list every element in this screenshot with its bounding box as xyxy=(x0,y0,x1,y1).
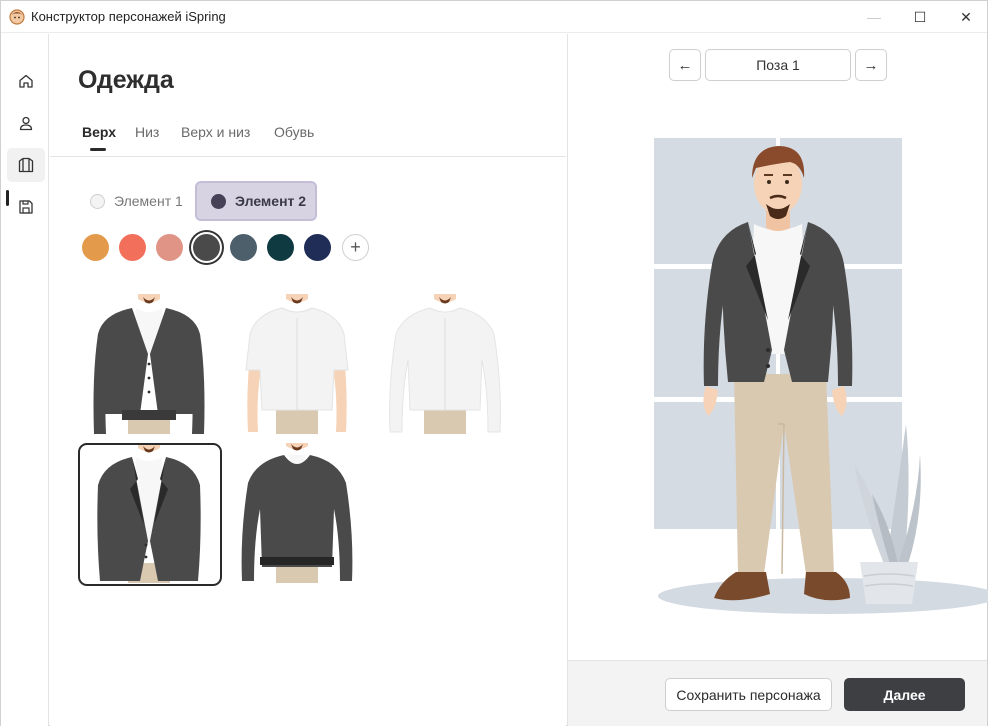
save-character-button[interactable]: Сохранить персонажа xyxy=(665,678,832,711)
minimize-button[interactable]: — xyxy=(851,1,897,33)
pose-label: Поза 1 xyxy=(756,57,800,73)
element-2-label: Элемент 2 xyxy=(235,193,307,209)
color-swatch[interactable] xyxy=(304,234,331,261)
title-bar: Конструктор персонажей iSpring — ☐ ✕ xyxy=(1,1,987,33)
color-swatch-selected[interactable] xyxy=(193,234,220,261)
radio-selected-icon xyxy=(211,193,226,209)
prev-pose-button[interactable]: ← xyxy=(669,49,701,81)
character-preview xyxy=(654,138,988,614)
rail-item-home[interactable] xyxy=(7,64,45,98)
color-swatch[interactable] xyxy=(267,234,294,261)
short-sleeve-shirt-illustration xyxy=(245,294,349,434)
rail-item-clothing[interactable] xyxy=(7,148,45,182)
clothing-item-long-sleeve-shirt[interactable] xyxy=(374,294,518,437)
clothing-item-cardigan[interactable] xyxy=(78,294,222,437)
color-swatch[interactable] xyxy=(230,234,257,261)
app-window: Конструктор персонажей iSpring — ☐ ✕ Оде… xyxy=(0,0,988,726)
app-logo-icon xyxy=(9,9,25,25)
radio-unselected-icon xyxy=(90,193,105,209)
rail-item-save[interactable] xyxy=(7,190,45,224)
tab-shoes[interactable]: Обувь xyxy=(274,124,314,140)
clothing-item-sweater[interactable] xyxy=(226,443,370,586)
element-2-option[interactable]: Элемент 2 xyxy=(195,181,317,221)
close-button[interactable]: ✕ xyxy=(943,1,988,33)
color-swatch[interactable] xyxy=(82,234,109,261)
next-pose-button[interactable]: → xyxy=(855,49,887,81)
tab-top[interactable]: Верх xyxy=(82,124,116,140)
save-icon xyxy=(19,200,33,214)
color-swatch[interactable] xyxy=(119,234,146,261)
next-button[interactable]: Далее xyxy=(844,678,965,711)
person-icon xyxy=(19,116,33,131)
pose-selector[interactable]: Поза 1 xyxy=(705,49,851,81)
clothing-icon xyxy=(18,157,34,173)
home-icon xyxy=(19,74,33,88)
plus-icon: + xyxy=(350,237,361,257)
category-tabs: Верх Низ Верх и низ Обувь xyxy=(50,122,566,157)
sweater-illustration xyxy=(241,443,353,583)
active-tab-indicator xyxy=(90,148,106,151)
arrow-right-icon: → xyxy=(863,56,879,74)
clothing-item-blazer[interactable] xyxy=(78,443,222,586)
tab-top-and-bottom[interactable]: Верх и низ xyxy=(181,124,250,140)
page-title: Одежда xyxy=(78,66,174,94)
rail-item-character[interactable] xyxy=(7,106,45,140)
arrow-left-icon: ← xyxy=(677,56,693,74)
add-color-button[interactable]: + xyxy=(342,234,369,261)
color-swatch[interactable] xyxy=(156,234,183,261)
maximize-button[interactable]: ☐ xyxy=(897,1,943,33)
clothing-item-short-sleeve-shirt[interactable] xyxy=(226,294,370,437)
clothing-panel: Одежда Верх Низ Верх и низ Обувь Элемент… xyxy=(50,34,566,726)
footer-bar: Сохранить персонажа Далее xyxy=(567,660,987,726)
element-1-label: Элемент 1 xyxy=(114,193,183,209)
preview-panel: ← Поза 1 → xyxy=(567,34,988,660)
blazer-illustration xyxy=(97,445,201,583)
element-1-option[interactable]: Элемент 1 xyxy=(80,181,192,221)
long-sleeve-shirt-illustration xyxy=(389,294,501,434)
tab-bottom[interactable]: Низ xyxy=(135,124,159,140)
side-rail xyxy=(1,34,49,726)
window-title: Конструктор персонажей iSpring xyxy=(31,9,226,24)
cardigan-illustration xyxy=(93,294,205,434)
